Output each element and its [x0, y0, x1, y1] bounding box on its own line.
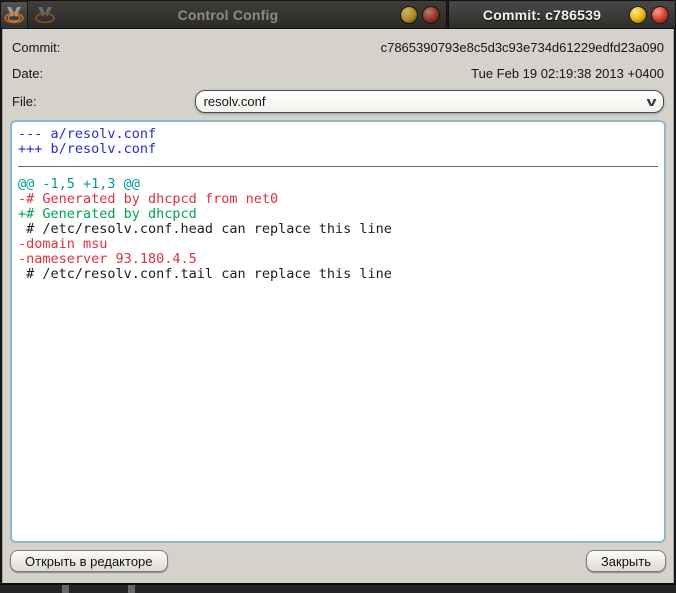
diff-separator [18, 166, 658, 167]
desktop-artifact [62, 585, 69, 593]
diff-line-header: +++ b/resolv.conf [18, 142, 658, 157]
file-select-value: resolv.conf [204, 94, 648, 109]
minimize-button[interactable] [629, 6, 647, 24]
file-select[interactable]: resolv.conf v [195, 90, 664, 113]
taskbar-app-tile[interactable] [0, 1, 28, 28]
diff-line-removed: -nameserver 93.180.4.5 [18, 252, 658, 267]
commit-row: Commit: c7865390793e8c5d3c93e734d61229ed… [2, 34, 674, 60]
screen: Control Config Commit: c786539 Commit: c… [0, 0, 676, 593]
window-bottom-edge [0, 583, 676, 593]
back-window-title: Control Config [56, 7, 400, 23]
close-button[interactable] [422, 6, 440, 24]
diff-line-context: # /etc/resolv.conf.head can replace this… [18, 222, 658, 237]
diff-line-removed: -domain msu [18, 237, 658, 252]
commit-hash-value: c7865390793e8c5d3c93e734d61229edfd23a090 [60, 40, 664, 55]
dialog-button-row: Открыть в редакторе Закрыть [2, 543, 674, 583]
open-in-editor-button[interactable]: Открыть в редакторе [10, 550, 168, 572]
front-window-title: Commit: c786539 [455, 7, 629, 23]
date-value: Tue Feb 19 02:19:38 2013 +0400 [43, 66, 664, 81]
chevron-down-icon: v [646, 94, 656, 109]
date-row: Date: Tue Feb 19 02:19:38 2013 +0400 [2, 60, 674, 86]
desktop-artifact [128, 585, 135, 593]
diff-line-added: +# Generated by dhcpcd [18, 207, 658, 222]
app-logo-icon [34, 4, 56, 26]
close-dialog-button[interactable]: Закрыть [586, 550, 666, 572]
diff-view[interactable]: --- a/resolv.conf+++ b/resolv.conf @@ -1,… [10, 120, 666, 543]
diff-line-hunk: @@ -1,5 +1,3 @@ [18, 177, 658, 192]
titlebar-control-config[interactable]: Control Config [28, 0, 447, 29]
diff-line-header: --- a/resolv.conf [18, 127, 658, 142]
diff-line-context: # /etc/resolv.conf.tail can replace this… [18, 267, 658, 282]
titlebar-commit-dialog[interactable]: Commit: c786539 [448, 0, 676, 29]
file-label: File: [12, 94, 37, 109]
diff-line-removed: -# Generated by dhcpcd from net0 [18, 192, 658, 207]
app-logo-icon [3, 4, 25, 26]
minimize-button[interactable] [400, 6, 418, 24]
titlebar-row: Control Config Commit: c786539 [0, 0, 676, 29]
commit-label: Commit: [12, 40, 60, 55]
commit-dialog-body: Commit: c7865390793e8c5d3c93e734d61229ed… [0, 29, 676, 583]
date-label: Date: [12, 66, 43, 81]
file-row: File: resolv.conf v [2, 86, 674, 116]
close-button[interactable] [651, 6, 669, 24]
